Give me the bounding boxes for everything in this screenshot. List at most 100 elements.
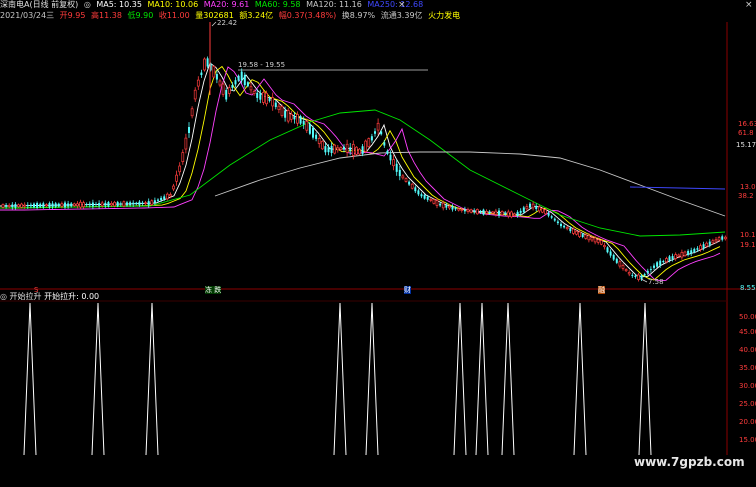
price-tick: 16.63 — [738, 120, 756, 128]
candle — [392, 155, 395, 171]
candle — [227, 84, 231, 97]
candle — [265, 90, 268, 107]
price-tick: 13.0 — [740, 183, 756, 191]
candle — [296, 111, 299, 127]
candle — [535, 203, 538, 212]
candle — [215, 70, 218, 84]
candle — [504, 210, 507, 217]
candle — [336, 144, 340, 153]
candle — [656, 261, 659, 268]
candle — [683, 250, 687, 257]
candle — [599, 239, 603, 246]
candle — [203, 57, 206, 72]
candle — [578, 230, 581, 239]
indicator-tick: 35.00 — [739, 364, 756, 372]
candle — [469, 208, 473, 214]
candle — [271, 92, 275, 111]
candle — [466, 207, 470, 214]
candle — [631, 272, 634, 278]
candle — [330, 142, 333, 157]
candle — [506, 209, 510, 219]
candle — [324, 143, 327, 156]
candle — [165, 192, 169, 201]
candle — [618, 259, 622, 269]
candle — [299, 114, 302, 125]
event-marker[interactable]: 财 — [404, 286, 411, 294]
candle — [333, 143, 337, 155]
candle — [181, 149, 185, 165]
price-tick: 10.1 — [740, 231, 756, 239]
candle — [408, 180, 411, 186]
kline-chart[interactable]: 22.42 19.58 - 19.55 7.58 — [0, 0, 756, 487]
ma60-line — [0, 109, 726, 237]
candle — [541, 207, 544, 214]
indicator-settings-icon[interactable]: ◎ — [0, 292, 7, 301]
candle — [200, 69, 203, 78]
candle — [67, 200, 70, 209]
candle — [646, 268, 649, 276]
candle — [398, 165, 401, 181]
candle — [280, 104, 284, 118]
indicator-spike — [145, 302, 159, 456]
candle — [429, 197, 433, 203]
indicator-spike — [23, 302, 37, 456]
candle — [184, 133, 188, 154]
moving-average-lines — [0, 62, 726, 282]
indicator-tick: 30.00 — [739, 382, 756, 390]
event-marker[interactable]: 融 — [598, 286, 605, 294]
candle — [36, 201, 39, 210]
indicator-tick: 15.00 — [739, 436, 756, 444]
candle — [482, 208, 485, 216]
indicator-label: ◎ 开始拉升 开始拉升: 0.00 — [0, 292, 99, 302]
indicator-tick: 20.00 — [739, 418, 756, 426]
candle — [345, 139, 349, 157]
candle — [662, 259, 665, 264]
annotation-high: 22.42 — [217, 19, 237, 27]
candle — [435, 197, 439, 209]
candle — [473, 208, 476, 215]
candle — [144, 200, 147, 206]
indicator-tick: 40.00 — [739, 346, 756, 354]
indicator-spike — [573, 302, 587, 456]
indicator-name[interactable]: 开始拉升 — [10, 292, 42, 301]
candle — [510, 210, 513, 219]
ma10-line — [0, 65, 721, 281]
candle — [308, 122, 311, 136]
candle — [560, 221, 562, 229]
candle — [432, 198, 436, 205]
candle — [637, 273, 640, 282]
candle — [17, 203, 20, 208]
candle — [463, 206, 466, 215]
candle — [221, 81, 225, 97]
candle — [312, 125, 314, 140]
close-icon[interactable]: × — [745, 1, 753, 10]
ma250-line — [629, 186, 726, 190]
candle — [317, 134, 321, 148]
candle — [649, 266, 652, 273]
candle — [175, 170, 178, 186]
candle — [621, 263, 625, 271]
candle — [178, 162, 182, 176]
indicator-spike — [91, 302, 105, 456]
candle — [286, 108, 290, 124]
candle — [237, 74, 240, 82]
candle — [410, 182, 414, 190]
candle — [653, 263, 655, 271]
candle — [386, 149, 389, 156]
indicator-spike — [501, 302, 515, 456]
event-marker[interactable]: 冻 跌 — [205, 286, 222, 294]
indicator-spike — [453, 302, 467, 456]
candle — [550, 214, 553, 220]
candle — [72, 202, 76, 207]
candle — [193, 87, 197, 102]
candle — [358, 147, 361, 156]
indicator-tick: 50.00 — [739, 313, 756, 321]
candle — [609, 249, 612, 258]
candle — [615, 257, 618, 265]
candle — [500, 210, 504, 216]
indicator-spikes — [23, 302, 652, 456]
candle — [305, 118, 309, 133]
candle — [361, 144, 364, 157]
candle — [196, 76, 200, 90]
candle — [188, 122, 190, 138]
